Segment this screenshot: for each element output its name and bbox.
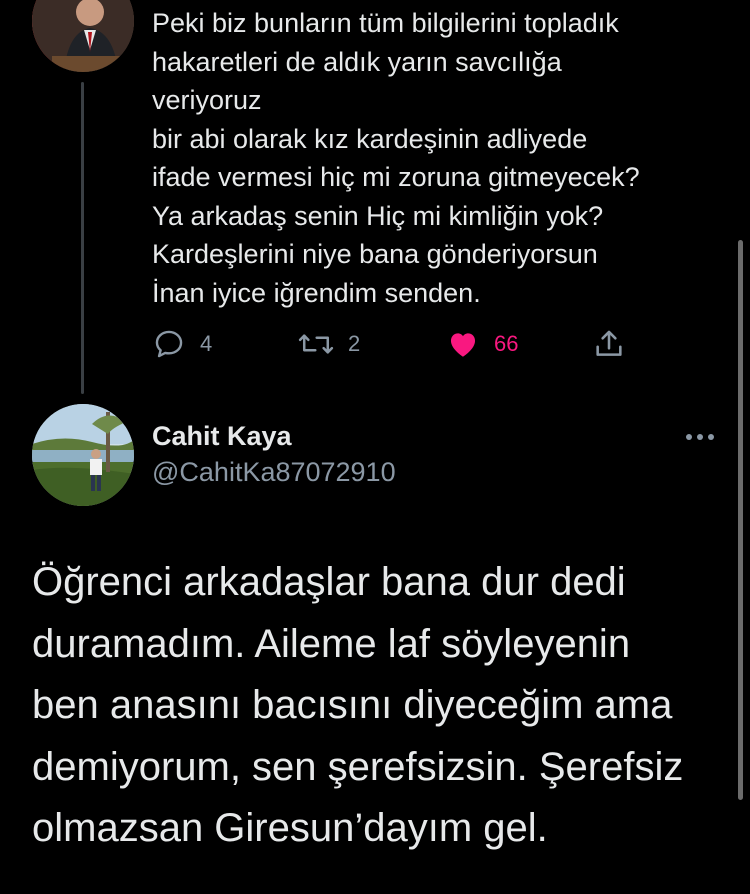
share-upload-icon (596, 330, 622, 356)
previous-tweet-line: ifade vermesi hiç mi zoruna gitmeyecek? (152, 162, 640, 192)
share-button[interactable] (592, 323, 626, 365)
tweet-text: Öğrenci arkadaşlar bana dur dedi duramad… (32, 552, 732, 860)
previous-tweet-line: hakaretleri de aldık yarın savcılığa (152, 46, 562, 77)
retweet-icon (298, 334, 334, 354)
author-name[interactable]: Cahit Kaya (152, 421, 292, 452)
like-button[interactable]: 66 (446, 323, 518, 365)
previous-tweet-line: İnan iyice iğrendim senden. (152, 277, 481, 308)
tweet-action-bar: 4 2 66 (152, 323, 632, 365)
previous-tweet-text: Peki biz bunların tüm bilgilerini toplad… (152, 4, 732, 312)
tweet-text-line: Öğrenci arkadaşlar bana dur dedi (32, 560, 626, 604)
previous-author-avatar[interactable] (32, 0, 134, 72)
reply-button[interactable]: 4 (152, 323, 212, 365)
tweet-text-line: demiyorum, sen şerefsizsin. Şerefsiz (32, 744, 684, 789)
previous-tweet-line: veriyoruz (152, 85, 262, 115)
previous-tweet-line: Kardeşlerini niye bana gönderiyorsun (152, 239, 598, 269)
reply-bubble-icon (155, 330, 183, 358)
thread-connector-line (81, 82, 84, 394)
retweet-button[interactable]: 2 (298, 323, 360, 365)
author-avatar[interactable] (32, 404, 134, 506)
tweet-text-line: ben anasını bacısını diyeceğim ama (32, 683, 673, 727)
previous-tweet-line: Peki biz bunların tüm bilgilerini toplad… (152, 8, 619, 38)
retweet-count: 2 (348, 331, 361, 356)
like-count: 66 (494, 331, 519, 356)
reply-count: 4 (200, 331, 213, 356)
author-avatar-image (32, 404, 134, 506)
tweet-text-line: olmazsan Giresun’dayım gel. (32, 806, 548, 850)
heart-filled-icon (450, 333, 476, 357)
previous-tweet-line: Ya arkadaş senin Hiç mi kimliğin yok? (152, 200, 604, 231)
previous-author-avatar-image (32, 0, 134, 72)
scrollbar[interactable] (738, 240, 743, 800)
more-options-button[interactable] (684, 430, 716, 444)
author-handle[interactable]: @CahitKa87072910 (152, 457, 396, 488)
previous-tweet-line: bir abi olarak kız kardeşinin adliyede (152, 123, 588, 154)
tweet-text-line: duramadım. Aileme laf söyleyenin (32, 621, 631, 666)
more-dots-icon (686, 434, 714, 440)
